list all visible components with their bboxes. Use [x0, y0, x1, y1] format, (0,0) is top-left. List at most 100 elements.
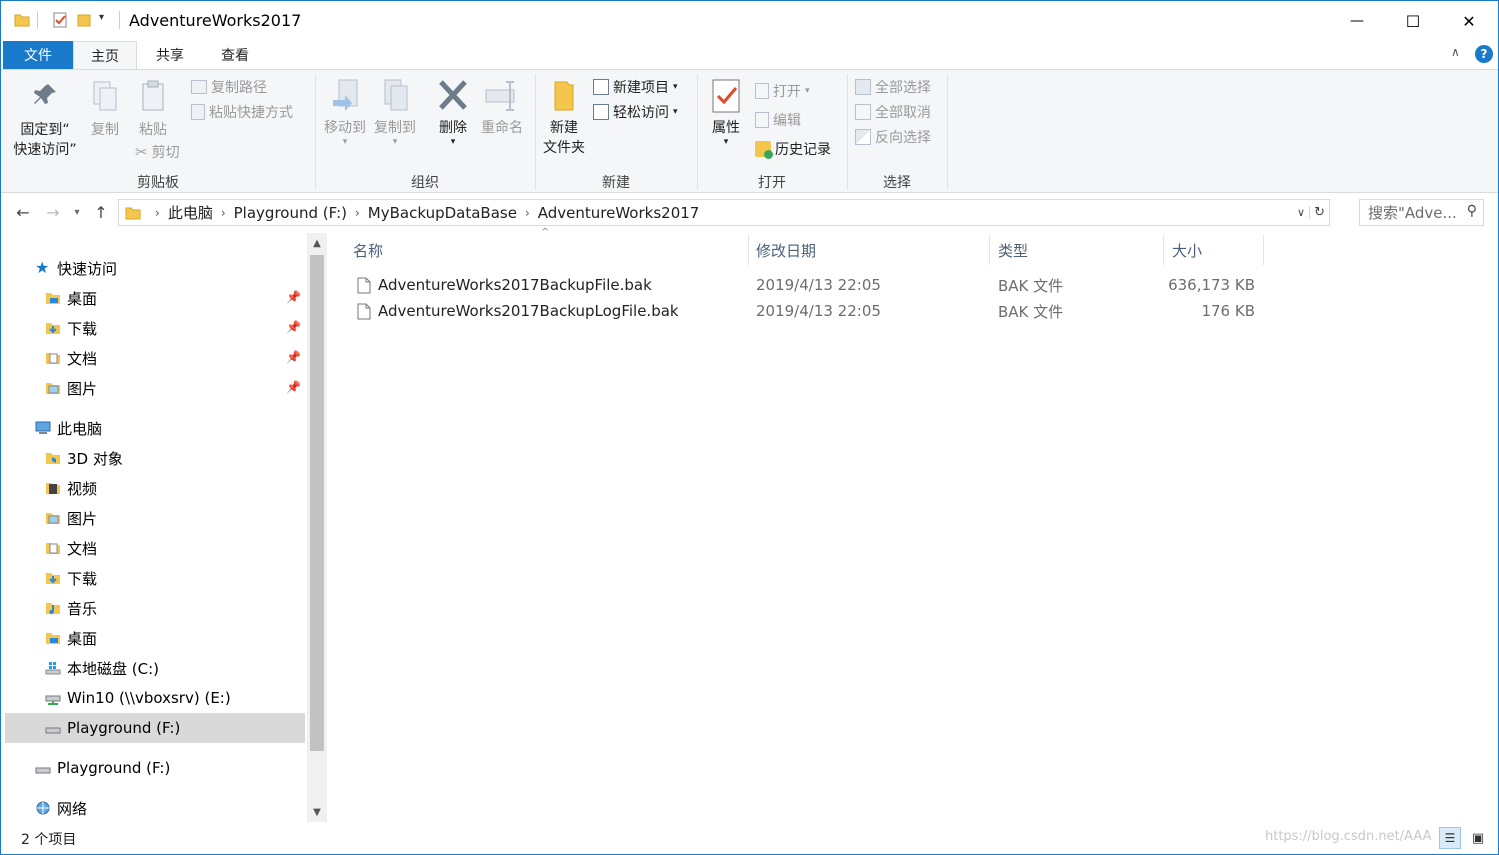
file-modified: 2019/4/13 22:05 — [756, 302, 881, 320]
tab-view[interactable]: 查看 — [205, 41, 265, 69]
3d-objects-folder-icon — [46, 453, 60, 464]
close-button[interactable]: ✕ — [1441, 1, 1497, 41]
pin-icon[interactable]: 📌 — [286, 380, 301, 394]
column-separator[interactable] — [1163, 235, 1164, 265]
properties-quick-icon[interactable] — [51, 11, 69, 29]
column-header-size[interactable]: 大小 — [1172, 235, 1260, 265]
maximize-button[interactable]: ☐ — [1385, 1, 1441, 41]
nav-pc-item-desktop[interactable]: 桌面 — [45, 624, 97, 652]
documents-folder-icon — [46, 353, 60, 364]
breadcrumb-current-folder[interactable]: AdventureWorks2017 — [530, 204, 708, 222]
new-folder-icon — [554, 81, 574, 111]
paste-shortcut-icon — [191, 104, 205, 120]
pin-icon[interactable]: 📌 — [286, 290, 301, 304]
file-modified: 2019/4/13 22:05 — [756, 276, 881, 294]
up-arrow-icon[interactable]: ↑ — [91, 201, 111, 223]
file-row[interactable]: AdventureWorks2017BackupFile.bak 2019/4/… — [351, 272, 1271, 298]
address-dropdown-chevron-icon[interactable]: ∨ — [1293, 206, 1311, 219]
file-name: AdventureWorks2017BackupFile.bak — [378, 276, 652, 294]
forward-arrow-icon[interactable]: → — [43, 201, 63, 223]
nav-quick-item-desktop[interactable]: 桌面 📌 — [45, 284, 307, 312]
nav-pc-item-playground-f-selected[interactable]: Playground (F:) — [5, 713, 305, 743]
nav-pc-item-music[interactable]: 音乐 — [45, 594, 97, 622]
nav-pc-item-videos[interactable]: 视频 — [45, 474, 97, 502]
rename-button[interactable]: 重命名 — [477, 78, 527, 138]
easy-access-button[interactable]: 轻松访问 ▾ — [593, 101, 678, 123]
new-folder-quick-icon[interactable] — [75, 11, 93, 29]
nav-pc-item-3d-objects[interactable]: 3D 对象 — [45, 444, 123, 472]
nav-quick-item-downloads[interactable]: 下载 📌 — [45, 314, 307, 342]
chevron-up-icon[interactable]: ∧ — [1451, 45, 1460, 59]
nav-pc-item-network-drive-e[interactable]: Win10 (\\vboxsrv) (E:) — [45, 684, 231, 712]
edit-button[interactable]: 编辑 — [755, 109, 801, 131]
select-none-button[interactable]: 全部取消 — [855, 101, 931, 123]
nav-pc-item-downloads[interactable]: 下载 — [45, 564, 97, 592]
breadcrumb-folder[interactable]: MyBackupDataBase — [360, 204, 525, 222]
chevron-down-icon: ▾ — [723, 137, 729, 147]
column-header-type[interactable]: 类型 — [998, 235, 1158, 265]
search-placeholder: 搜索"Adve... — [1368, 204, 1457, 222]
star-icon: ★ — [35, 258, 50, 277]
pin-icon[interactable]: 📌 — [286, 350, 301, 364]
nav-this-pc[interactable]: 此电脑 — [35, 414, 102, 442]
navigation-pane: ★ 快速访问 桌面 📌 下载 📌 文档 📌 图片 📌 此电脑 3D 对象 视频 … — [1, 233, 307, 822]
file-name: AdventureWorks2017BackupLogFile.bak — [378, 302, 679, 320]
column-header-name[interactable]: 名称 — [353, 235, 747, 265]
minimize-button[interactable]: — — [1329, 1, 1385, 41]
recent-locations-chevron-icon[interactable]: ▾ — [67, 201, 87, 223]
new-folder-button[interactable]: 新建 文件夹 — [539, 78, 589, 158]
properties-button[interactable]: 属性 ▾ — [705, 78, 747, 147]
tab-file[interactable]: 文件 — [3, 41, 73, 69]
nav-playground-f[interactable]: Playground (F:) — [35, 754, 170, 782]
copy-path-icon — [191, 80, 207, 94]
column-separator[interactable] — [989, 235, 990, 265]
column-header-modified[interactable]: 修改日期 — [756, 235, 986, 265]
back-arrow-icon[interactable]: ← — [13, 201, 33, 223]
refresh-icon[interactable]: ↻ — [1310, 205, 1329, 220]
properties-icon — [712, 79, 740, 113]
group-separator — [947, 74, 948, 190]
help-icon[interactable]: ? — [1475, 45, 1493, 63]
search-box[interactable]: 搜索"Adve... ⚲ — [1359, 199, 1484, 226]
scroll-thumb[interactable] — [310, 255, 324, 751]
nav-pc-item-documents[interactable]: 文档 — [45, 534, 97, 562]
scroll-down-arrow-icon[interactable]: ▼ — [307, 802, 327, 822]
pin-icon[interactable]: 📌 — [286, 320, 301, 334]
customize-quick-access-icon[interactable]: ▾ — [99, 12, 104, 23]
breadcrumb-drive[interactable]: Playground (F:) — [226, 204, 355, 222]
nav-pc-item-pictures[interactable]: 图片 — [45, 504, 97, 532]
nav-pc-item-local-disk-c[interactable]: 本地磁盘 (C:) — [45, 654, 159, 682]
pin-quick-access-button[interactable]: 固定到“ 快速访问” — [9, 80, 81, 160]
nav-quick-item-pictures[interactable]: 图片 📌 — [45, 374, 307, 402]
tab-home[interactable]: 主页 — [73, 41, 137, 70]
search-icon: ⚲ — [1466, 203, 1477, 219]
nav-quick-item-documents[interactable]: 文档 📌 — [45, 344, 307, 372]
move-to-button[interactable]: 移动到 ▾ — [321, 78, 369, 147]
paste-shortcut-button[interactable]: 粘贴快捷方式 — [191, 101, 293, 123]
nav-scrollbar[interactable]: ▲ ▼ — [307, 233, 327, 822]
desktop-folder-icon — [46, 293, 60, 304]
delete-button[interactable]: 删除 ▾ — [431, 78, 475, 147]
copy-button[interactable]: 复制 — [85, 80, 125, 140]
cut-button[interactable]: ✂ 剪切 — [135, 141, 180, 163]
paste-button[interactable]: 粘贴 — [133, 80, 173, 140]
details-view-icon[interactable]: ☰ — [1439, 827, 1461, 849]
scroll-up-arrow-icon[interactable]: ▲ — [307, 233, 327, 253]
history-button[interactable]: 历史记录 — [755, 138, 831, 160]
copy-to-button[interactable]: 复制到 ▾ — [371, 78, 419, 147]
file-row[interactable]: AdventureWorks2017BackupLogFile.bak 2019… — [351, 298, 1271, 324]
tab-share[interactable]: 共享 — [141, 41, 199, 69]
column-separator[interactable] — [748, 235, 749, 265]
large-icons-view-icon[interactable]: ▣ — [1467, 827, 1489, 849]
open-icon — [755, 83, 769, 99]
column-separator[interactable] — [1263, 235, 1264, 265]
breadcrumb-this-pc[interactable]: 此电脑 — [160, 202, 221, 223]
open-button[interactable]: 打开 ▾ — [755, 80, 810, 102]
copy-path-button[interactable]: 复制路径 — [191, 76, 267, 98]
invert-selection-button[interactable]: 反向选择 — [855, 126, 931, 148]
select-all-button[interactable]: 全部选择 — [855, 76, 931, 98]
new-item-button[interactable]: 新建项目 ▾ — [593, 76, 678, 98]
address-bar[interactable]: › 此电脑 › Playground (F:) › MyBackupDataBa… — [118, 199, 1330, 226]
nav-quick-access[interactable]: ★ 快速访问 — [35, 254, 117, 282]
nav-network[interactable]: 网络 — [35, 794, 87, 822]
